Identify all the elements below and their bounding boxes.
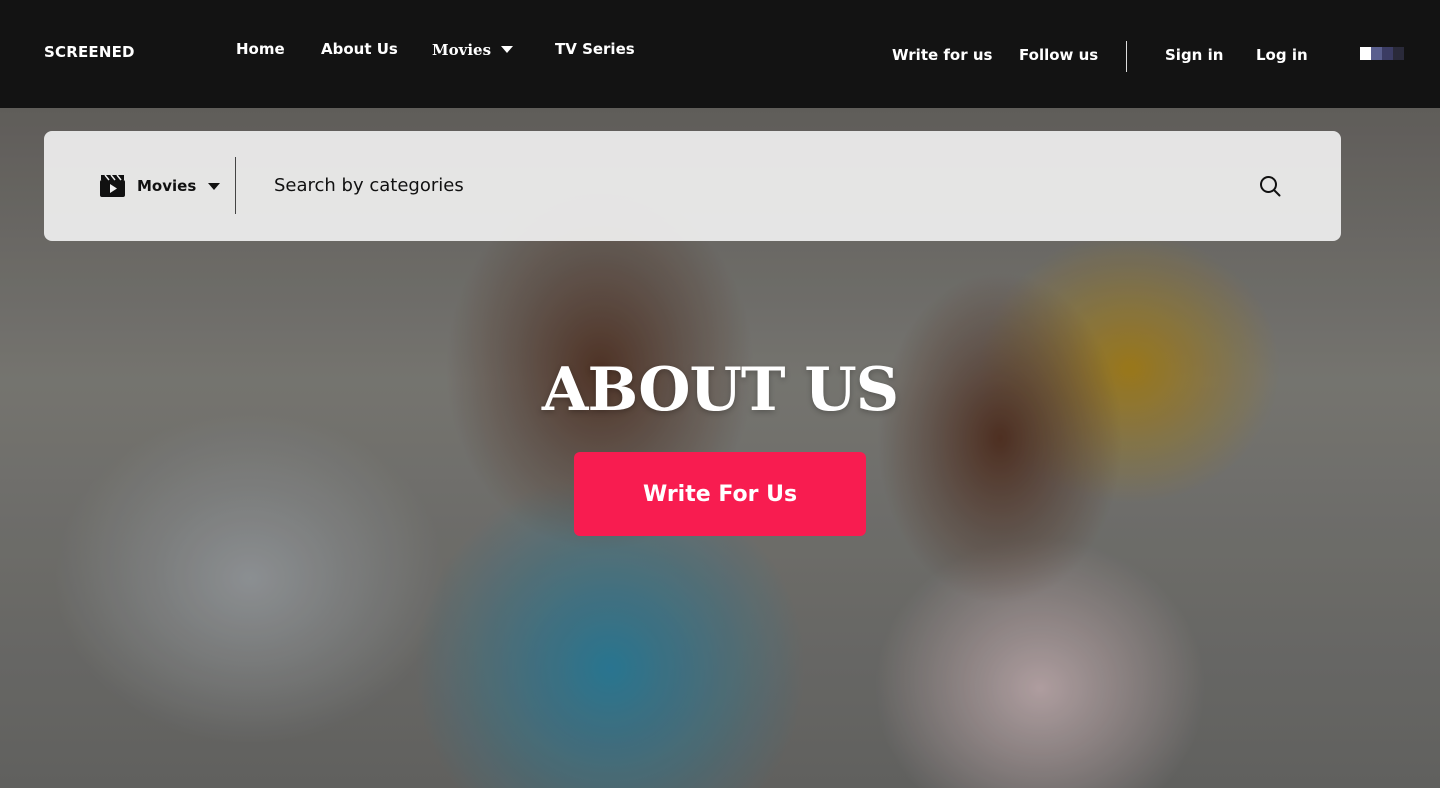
nav-divider bbox=[1126, 41, 1127, 72]
search-input[interactable] bbox=[274, 169, 1174, 201]
category-dropdown[interactable]: Movies bbox=[100, 175, 221, 197]
chevron-down-icon bbox=[208, 182, 221, 190]
nav-about-us[interactable]: About Us bbox=[321, 40, 398, 58]
nav-follow-us[interactable]: Follow us bbox=[1019, 46, 1098, 64]
flag-stripe bbox=[1371, 47, 1382, 60]
nav-movies-label: Movies bbox=[432, 41, 492, 59]
top-navbar: SCREENED Home About Us Movies TV Series … bbox=[0, 0, 1440, 108]
category-label: Movies bbox=[137, 177, 197, 195]
flag-stripe bbox=[1382, 47, 1393, 60]
flag-stripe bbox=[1360, 47, 1371, 60]
search-panel: Movies bbox=[44, 131, 1341, 241]
clapperboard-icon bbox=[100, 175, 125, 197]
nav-write-for-us[interactable]: Write for us bbox=[892, 46, 992, 64]
nav-tv-series[interactable]: TV Series bbox=[555, 40, 635, 58]
page-title: ABOUT US bbox=[541, 355, 899, 425]
write-for-us-button[interactable]: Write For Us bbox=[574, 452, 866, 536]
language-flag-icon[interactable] bbox=[1360, 47, 1404, 60]
brand-logo[interactable]: SCREENED bbox=[44, 43, 135, 61]
caret-down-icon bbox=[501, 45, 514, 53]
sign-in-link[interactable]: Sign in bbox=[1165, 46, 1223, 64]
search-divider bbox=[235, 157, 236, 214]
flag-stripe bbox=[1393, 47, 1404, 60]
nav-home[interactable]: Home bbox=[236, 40, 285, 58]
log-in-link[interactable]: Log in bbox=[1256, 46, 1308, 64]
search-icon[interactable] bbox=[1258, 174, 1282, 198]
nav-movies-dropdown[interactable]: Movies bbox=[432, 41, 514, 59]
